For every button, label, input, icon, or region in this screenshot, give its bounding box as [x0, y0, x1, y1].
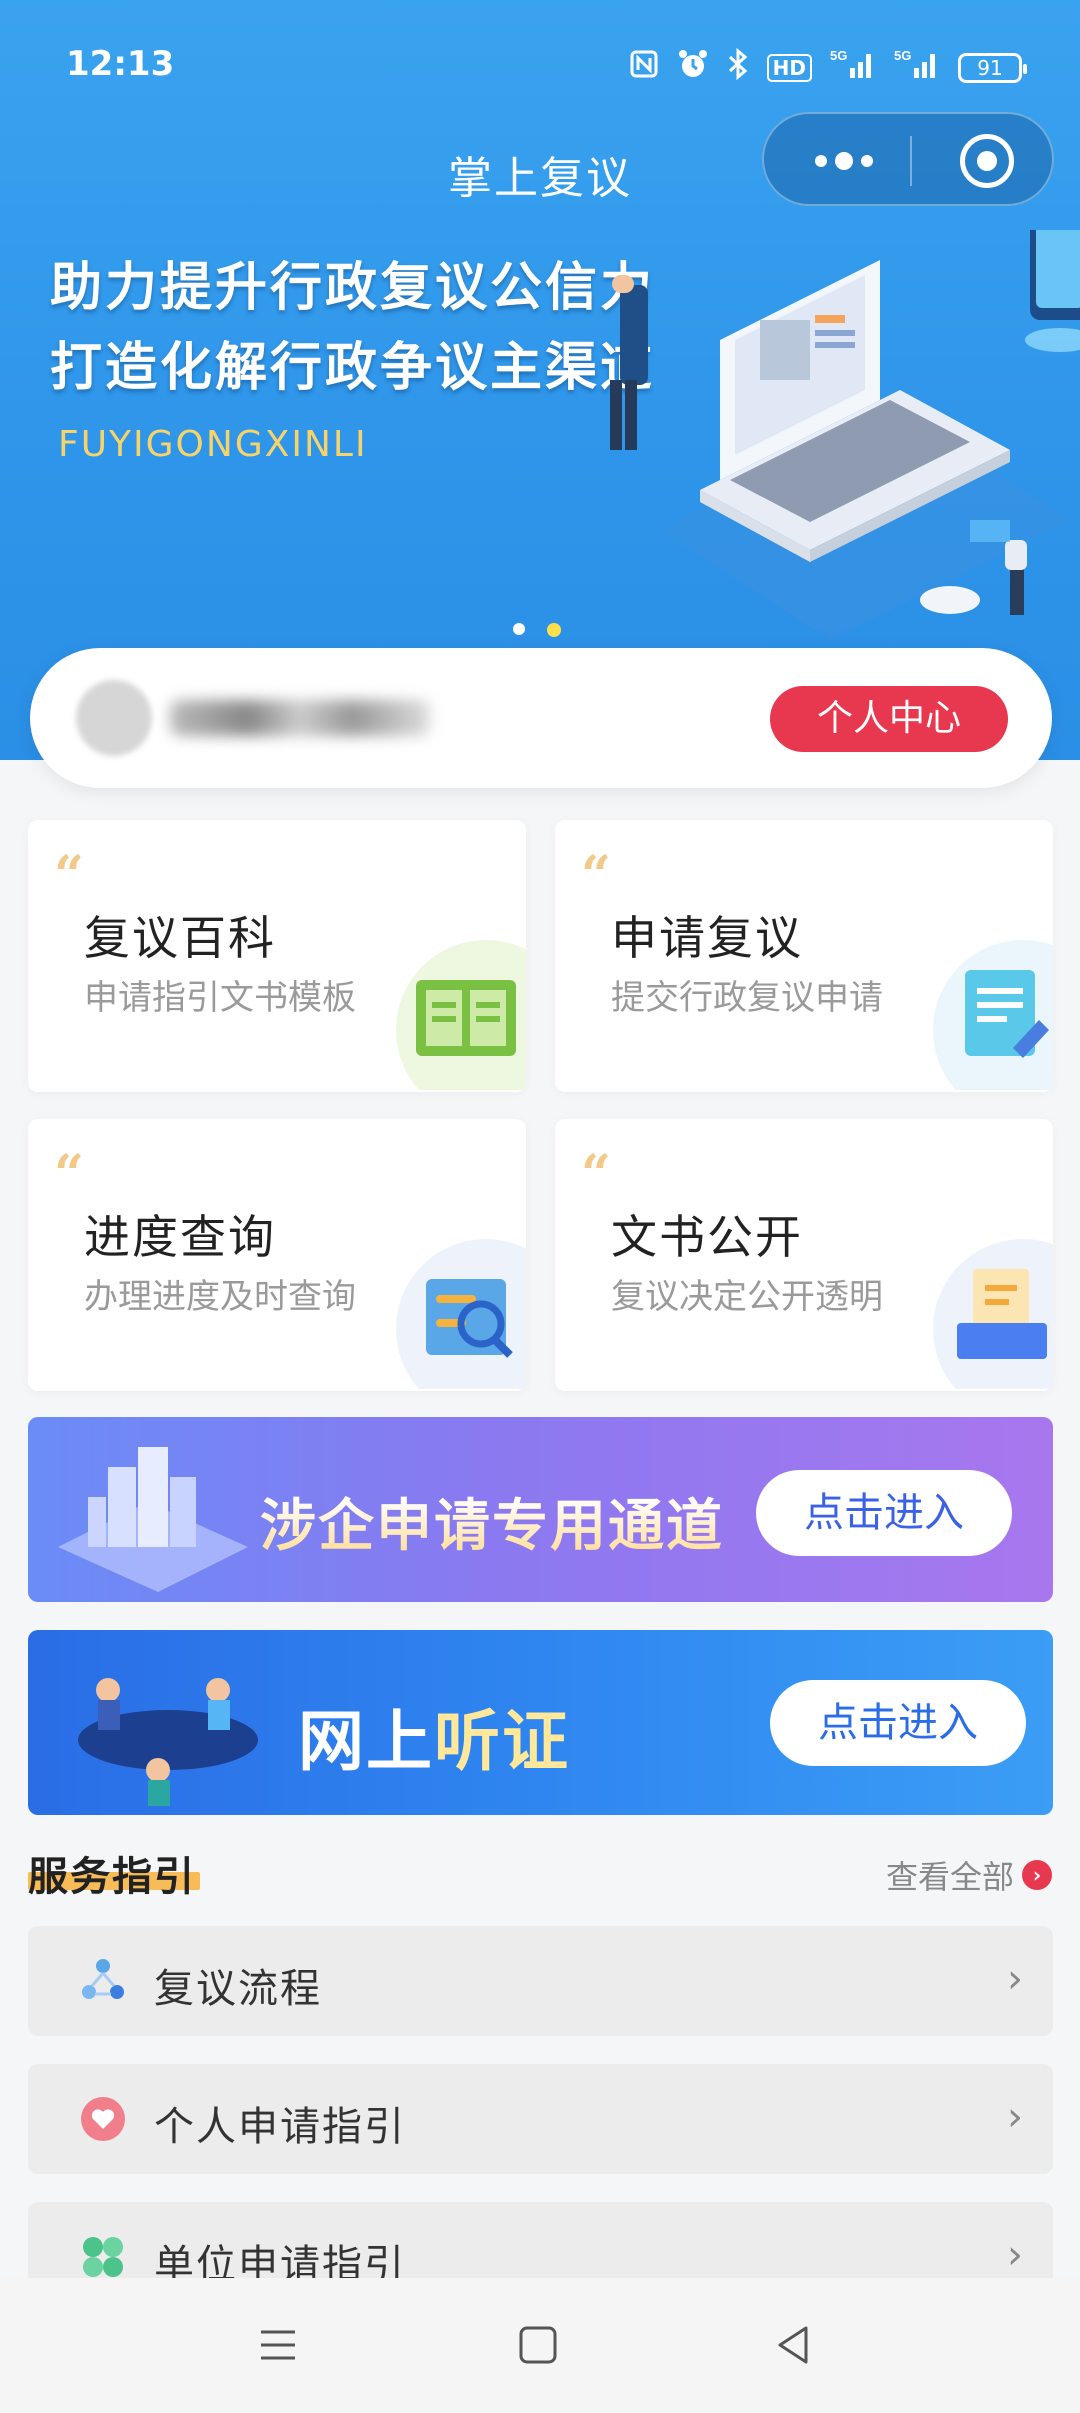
carousel-indicator	[513, 623, 561, 637]
grid-card-subtitle: 复议决定公开透明	[611, 1277, 883, 1317]
grid-card-encyclopedia[interactable]: “ 复议百科 申请指引文书模板	[28, 820, 526, 1092]
quote-mark-icon: “	[54, 1144, 84, 1205]
status-bar: 12:13 HD 5G 5G 91	[0, 30, 1080, 100]
chevron-right-icon: ›	[1007, 2232, 1023, 2278]
clover-icon	[83, 2237, 123, 2277]
online-hearing-banner[interactable]: 网上听证 点击进入	[28, 1630, 1053, 1815]
section-title: 服务指引	[28, 1854, 196, 1900]
back-icon[interactable]	[768, 2320, 818, 2370]
avatar	[76, 680, 152, 756]
online-hearing-text: 网上听证	[298, 1688, 570, 1784]
meeting-table-icon	[78, 1678, 258, 1806]
hearing-text: 听证	[434, 1703, 570, 1780]
laptop-illustration	[610, 230, 1080, 640]
enterprise-channel-banner[interactable]: 涉企申请专用通道 点击进入	[28, 1417, 1053, 1602]
grid-card-apply[interactable]: “ 申请复议 提交行政复议申请	[555, 820, 1053, 1092]
grid-card-title: 文书公开	[611, 1210, 803, 1264]
inbox-document-icon	[933, 1239, 1053, 1389]
document-edit-icon	[933, 940, 1053, 1090]
quote-mark-icon: “	[54, 845, 84, 906]
city-buildings-icon	[58, 1447, 248, 1592]
menu-icon[interactable]	[253, 2320, 303, 2370]
alarm-icon	[677, 48, 709, 87]
svg-text:5G: 5G	[894, 48, 911, 63]
list-item-label: 复议流程	[154, 1966, 322, 2012]
chevron-right-icon: ›	[1007, 2094, 1023, 2140]
enterprise-channel-text: 涉企申请专用通道	[260, 1481, 724, 1562]
personal-center-button[interactable]: 个人中心	[770, 686, 1008, 752]
signal-5g-icon: 5G	[894, 48, 940, 87]
capsule-divider	[910, 136, 912, 186]
svg-text:5G: 5G	[830, 48, 847, 63]
signal-5g-icon: 5G	[830, 48, 876, 87]
slogan-line-1: 助力提升行政复议公信力	[50, 258, 656, 318]
status-icons: HD 5G 5G 91	[629, 47, 1027, 87]
book-icon	[396, 940, 526, 1090]
view-all-label: 查看全部	[885, 1858, 1014, 1896]
nfc-icon	[629, 49, 659, 86]
list-item-personal-guide[interactable]: 个人申请指引 ›	[28, 2064, 1053, 2174]
more-menu-icon[interactable]	[804, 144, 884, 178]
hero-header: 12:13 HD 5G 5G 91 掌上复议 助力提升行政复议公信力 打造化解行…	[0, 0, 1080, 760]
blurred-username	[170, 700, 430, 736]
battery-indicator: 91	[958, 52, 1027, 83]
grid-card-documents[interactable]: “ 文书公开 复议决定公开透明	[555, 1119, 1053, 1391]
banner-subtitle: FUYIGONGXINLI	[58, 424, 368, 465]
grid-card-subtitle: 办理进度及时查询	[84, 1277, 356, 1317]
grid-card-progress[interactable]: “ 进度查询 办理进度及时查询	[28, 1119, 526, 1391]
chevron-right-icon: ›	[1007, 1956, 1023, 2002]
view-all-link[interactable]: 查看全部 ›	[886, 1852, 1052, 1898]
system-navigation-bar	[0, 2278, 1080, 2413]
grid-card-title: 申请复议	[611, 911, 803, 965]
status-time: 12:13	[66, 44, 175, 84]
enter-button[interactable]: 点击进入	[770, 1680, 1026, 1766]
list-item-label: 个人申请指引	[154, 2104, 406, 2150]
quote-mark-icon: “	[581, 1144, 611, 1205]
grid-card-title: 进度查询	[84, 1210, 276, 1264]
quote-mark-icon: “	[581, 845, 611, 906]
process-cycle-icon	[82, 1959, 124, 1999]
bluetooth-icon	[727, 47, 749, 87]
slogan-line-2: 打造化解行政争议主渠道	[50, 338, 656, 398]
banner-slogan: 助力提升行政复议公信力 打造化解行政争议主渠道	[50, 248, 655, 408]
home-icon[interactable]	[513, 2320, 563, 2370]
list-item-process[interactable]: 复议流程 ›	[28, 1926, 1053, 2036]
carousel-dot[interactable]	[513, 623, 525, 635]
carousel-dot-active[interactable]	[547, 623, 561, 637]
close-target-icon[interactable]	[960, 134, 1014, 188]
online-text: 网上	[298, 1703, 434, 1780]
grid-card-subtitle: 申请指引文书模板	[84, 978, 356, 1018]
enter-button[interactable]: 点击进入	[756, 1470, 1012, 1556]
search-progress-icon	[396, 1239, 526, 1389]
heart-icon	[81, 2097, 125, 2141]
user-card: 个人中心	[30, 648, 1052, 788]
hd-icon: HD	[766, 53, 812, 82]
mini-program-capsule	[762, 112, 1054, 206]
chevron-right-icon: ›	[1022, 1860, 1052, 1890]
grid-card-subtitle: 提交行政复议申请	[611, 978, 883, 1018]
grid-card-title: 复议百科	[84, 911, 276, 965]
